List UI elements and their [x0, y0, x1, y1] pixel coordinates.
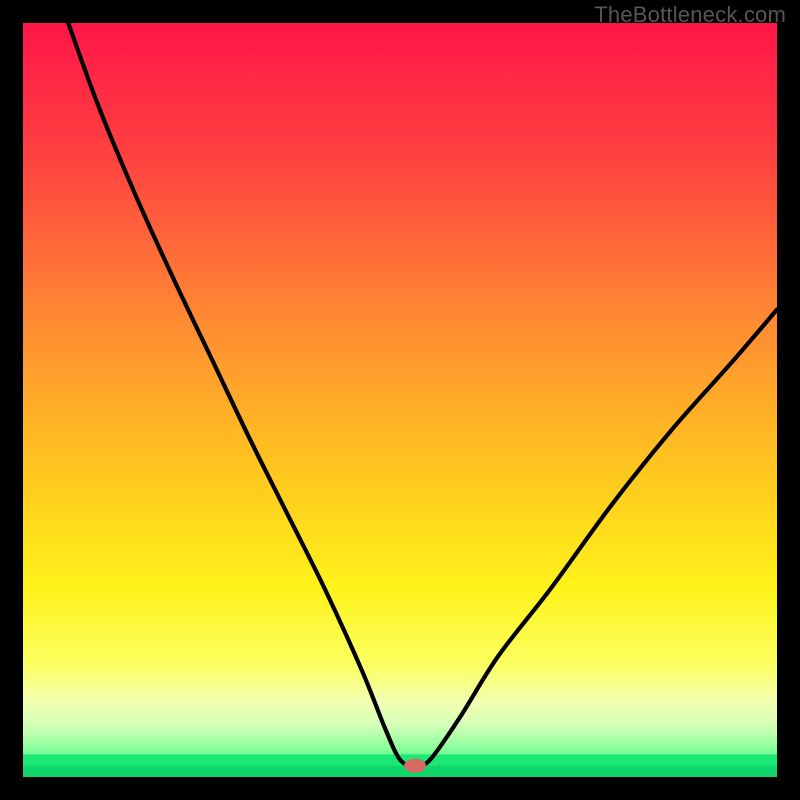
watermark-text: TheBottleneck.com	[594, 2, 786, 28]
green-band-inner	[23, 766, 777, 777]
chart-plot-area	[23, 23, 777, 777]
minimum-marker	[404, 759, 426, 773]
chart-svg	[23, 23, 777, 777]
chart-frame: TheBottleneck.com	[0, 0, 800, 800]
gradient-background	[23, 23, 777, 777]
